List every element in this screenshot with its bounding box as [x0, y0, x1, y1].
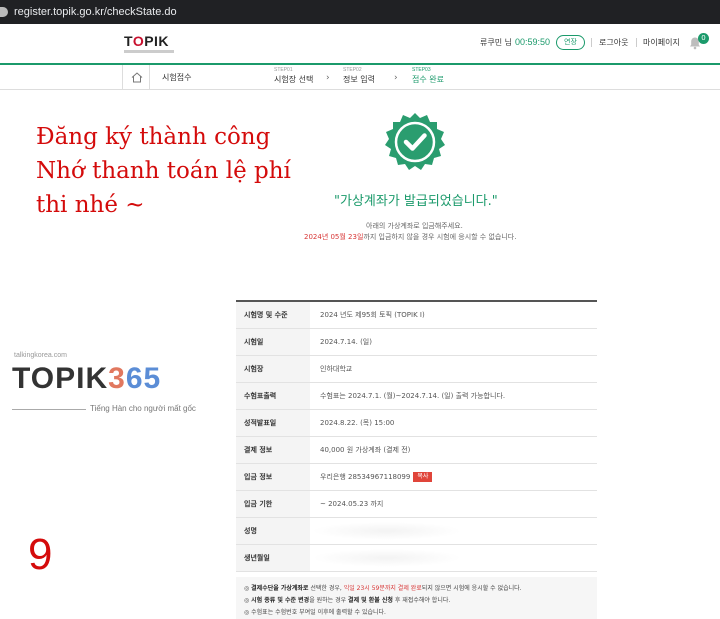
- home-button[interactable]: [122, 65, 150, 90]
- notes-box: ◎ 결제수단을 가상계좌로 선택한 경우, 익일 23시 59분까지 결제 완료…: [236, 577, 597, 619]
- browser-url-bar[interactable]: register.topik.go.kr/checkState.do: [0, 0, 720, 24]
- table-row: 수험표출력 수험표는 2024.7.1. (월)~2024.7.14. (일) …: [236, 383, 597, 410]
- topik-logo[interactable]: TOPIK: [124, 33, 169, 49]
- step-2: STEP02 정보 입력: [343, 67, 375, 84]
- site-info-icon[interactable]: [0, 7, 8, 17]
- watermark-logo: TOPIK365: [12, 362, 162, 395]
- site-header: TOPIK 류쿠민 님 00:59:50 연장 로그아웃 마이페이지 0: [0, 24, 720, 64]
- logo-subtitle-decoration: [124, 50, 174, 53]
- account-number: 우리은행 28534967118099: [320, 473, 411, 481]
- completion-title: "가상계좌가 발급되었습니다.": [334, 194, 498, 209]
- chevron-right-icon: ›: [394, 73, 398, 83]
- menu-label: 시험접수: [162, 73, 192, 82]
- user-name: 류쿠민 님: [480, 38, 512, 47]
- home-icon: [131, 72, 143, 83]
- page-number: 9: [28, 530, 53, 579]
- watermark-divider: [12, 409, 86, 410]
- table-row: 입금 기한 ~ 2024.05.23 까지: [236, 491, 597, 518]
- table-row: 입금 정보 우리은행 28534967118099 복사: [236, 464, 597, 491]
- session-timer: 00:59:50: [515, 37, 551, 47]
- redacted-value: [312, 549, 462, 567]
- step-navigation: 시험접수 STEP01 시험장 선택 › STEP02 정보 입력 › STEP…: [0, 63, 720, 90]
- chevron-right-icon: ›: [326, 73, 330, 83]
- extend-session-button[interactable]: 연장: [556, 35, 585, 50]
- table-row: 시험명 및 수준 2024 년도 제95회 토픽 (TOPIK Ⅰ): [236, 302, 597, 329]
- note-item: ◎ 결제수단을 가상계좌로 선택한 경우, 익일 23시 59분까지 결제 완료…: [244, 585, 522, 592]
- redacted-value: [312, 522, 462, 540]
- annotation-note: Đăng ký thành công Nhớ thanh toán lệ phí…: [36, 124, 291, 218]
- table-row: 결제 정보 40,000 원 가상계좌 (결제 전): [236, 437, 597, 464]
- step-3-active: STEP03 접수 완료: [412, 67, 444, 84]
- mypage-link[interactable]: 마이페이지: [643, 37, 680, 48]
- payment-notice: 아래의 가상계좌로 입금해주세요.: [366, 222, 463, 230]
- url-text: register.topik.go.kr/checkState.do: [14, 6, 177, 18]
- note-item: ◎ 수험표는 수험번호 부여일 이후에 출력할 수 있습니다.: [244, 609, 386, 616]
- table-row: 성적발표일 2024.8.22. (목) 15:00: [236, 410, 597, 437]
- check-badge-icon: [385, 113, 445, 170]
- table-row: 성명: [236, 518, 597, 545]
- step-1: STEP01 시험장 선택: [274, 67, 314, 84]
- notification-badge: 0: [698, 33, 709, 44]
- logout-link[interactable]: 로그아웃: [599, 37, 628, 48]
- payment-deadline-notice: 2024년 05월 23일까지 입금하지 않을 경우 시험에 응시할 수 없습니…: [304, 233, 517, 241]
- header-divider: [636, 38, 637, 47]
- table-row: 생년월일: [236, 545, 597, 572]
- header-divider: [591, 38, 592, 47]
- table-row: 시험일 2024.7.14. (일): [236, 329, 597, 356]
- registration-info-table: 시험명 및 수준 2024 년도 제95회 토픽 (TOPIK Ⅰ) 시험일 2…: [236, 300, 597, 572]
- copy-button[interactable]: 복사: [413, 472, 433, 482]
- topik365-watermark: talkingkorea.com TOPIK365 Tiếng Hàn cho …: [12, 352, 196, 413]
- note-item: ◎ 시험 종류 및 수준 변경을 원하는 경우 결제 및 환불 신청 후 재접수…: [244, 597, 451, 604]
- table-row: 시험장 인하대학교: [236, 356, 597, 383]
